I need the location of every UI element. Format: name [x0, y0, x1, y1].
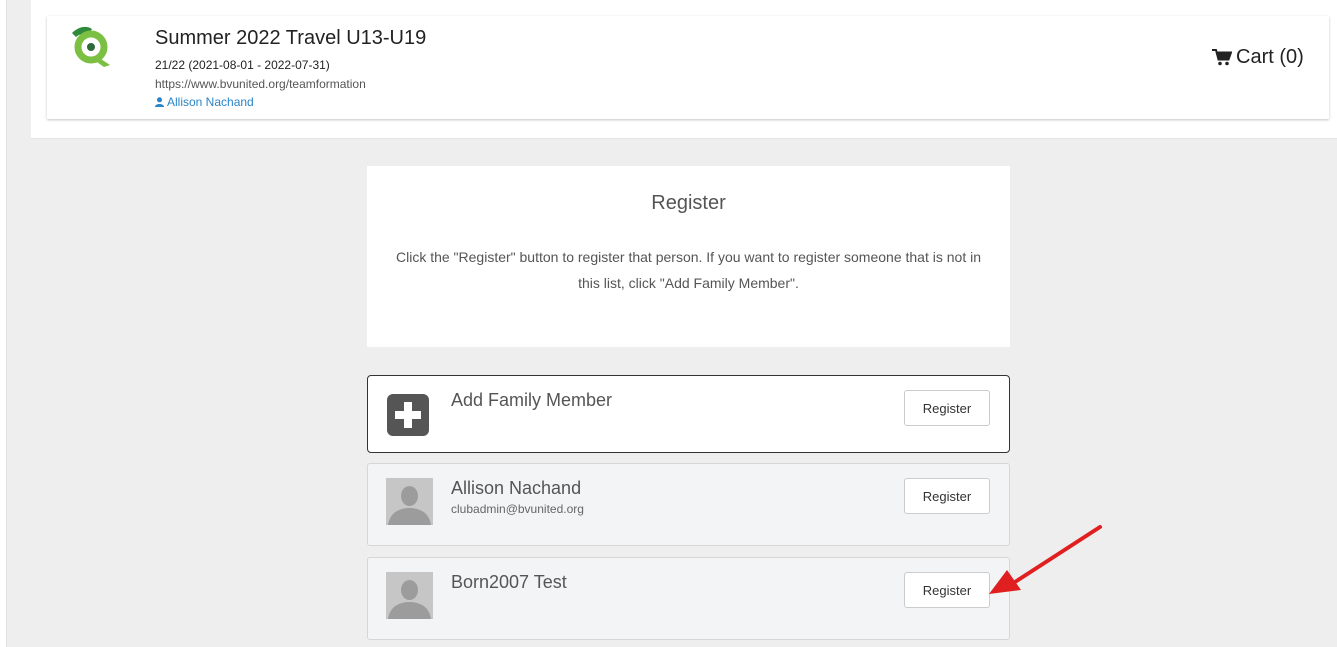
member-card: Born2007 Test Register — [367, 557, 1010, 640]
cart-icon — [1212, 49, 1232, 66]
member-card: Allison Nachand clubadmin@bvunited.org R… — [367, 463, 1010, 546]
avatar-placeholder-icon — [386, 572, 433, 619]
member-email: clubadmin@bvunited.org — [451, 502, 584, 516]
register-intro-card: Register Click the "Register" button to … — [367, 166, 1010, 347]
event-title: Summer 2022 Travel U13-U19 — [155, 27, 427, 49]
club-logo-icon — [72, 26, 110, 67]
event-season: 21/22 (2021-08-01 - 2022-07-31) — [155, 58, 330, 72]
register-button[interactable]: Register — [904, 572, 990, 608]
member-name: Allison Nachand — [451, 478, 582, 498]
add-family-member-label: Add Family Member — [451, 390, 613, 410]
avatar — [386, 478, 433, 525]
add-family-member-card[interactable]: Add Family Member Register — [367, 375, 1010, 453]
left-edge — [0, 0, 7, 647]
page: Summer 2022 Travel U13-U19 21/22 (2021-0… — [0, 0, 1337, 647]
event-url: https://www.bvunited.org/teamformation — [155, 77, 366, 91]
cart-button[interactable]: Cart (0) — [1212, 46, 1304, 69]
avatar-placeholder-icon — [386, 478, 433, 525]
plus-square-icon — [387, 394, 429, 436]
member-name: Born2007 Test — [451, 572, 567, 592]
user-icon — [155, 97, 164, 107]
intro-title: Register — [651, 192, 726, 214]
intro-text: Click the "Register" button to register … — [395, 249, 981, 291]
avatar — [386, 572, 433, 619]
user-name: Allison Nachand — [167, 95, 254, 109]
register-button[interactable]: Register — [904, 478, 990, 514]
add-family-member-register-button[interactable]: Register — [904, 390, 990, 426]
user-link[interactable]: Allison Nachand — [155, 95, 254, 109]
cart-label: Cart (0) — [1236, 46, 1304, 68]
